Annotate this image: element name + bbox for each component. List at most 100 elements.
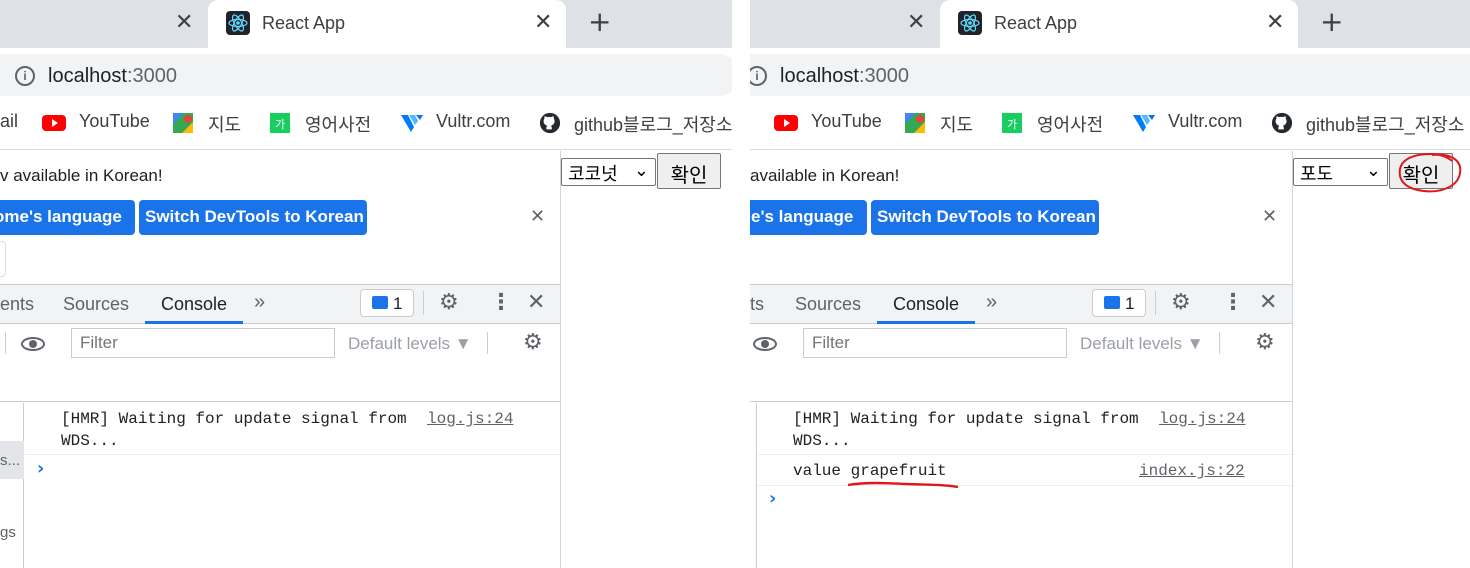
- console-sidebar: [0, 403, 24, 568]
- log-row-divider: [757, 454, 1292, 455]
- more-tabs-icon[interactable]: »: [254, 291, 265, 314]
- filter-input[interactable]: [803, 328, 1067, 358]
- youtube-icon: [774, 115, 798, 131]
- log-source-link[interactable]: log.js:24: [427, 410, 513, 428]
- log-levels-dropdown[interactable]: Default levels ▼: [348, 334, 472, 354]
- close-tab-icon[interactable]: ✕: [907, 12, 925, 34]
- bookmark-vultr[interactable]: Vultr.com: [1168, 111, 1242, 135]
- message-icon: [372, 296, 388, 309]
- divider: [1219, 332, 1220, 354]
- bookmark-github[interactable]: github블로그_저장소: [574, 111, 732, 135]
- github-icon: [539, 112, 561, 134]
- log-levels-dropdown[interactable]: Default levels ▼: [1080, 334, 1204, 354]
- url-text[interactable]: localhost:3000: [780, 65, 909, 88]
- log-source-link[interactable]: index.js:22: [1139, 462, 1245, 480]
- bookmark-dictionary[interactable]: 영어사전: [305, 111, 371, 135]
- live-expression-eye-icon[interactable]: [21, 337, 45, 351]
- console-settings-gear-icon[interactable]: ⚙: [523, 330, 543, 355]
- bookmark-gmail[interactable]: ail: [0, 111, 18, 135]
- language-banner-text: v available in Korean!: [0, 166, 163, 185]
- switch-devtools-korean-button[interactable]: Switch DevTools to Korean: [871, 200, 1099, 235]
- dictionary-icon: 가: [1002, 113, 1022, 133]
- tab-sources[interactable]: Sources: [63, 294, 129, 315]
- sidebar-item[interactable]: s...: [0, 452, 20, 469]
- image-gap: [732, 0, 750, 568]
- new-tab-icon[interactable]: +: [1320, 8, 1343, 36]
- live-expression-eye-icon[interactable]: [753, 337, 777, 351]
- tab-elements[interactable]: ts: [750, 294, 764, 315]
- dictionary-icon: 가: [270, 113, 290, 133]
- issues-counter[interactable]: 1: [1092, 289, 1146, 317]
- chevron-down-icon: ⌄: [1365, 160, 1381, 181]
- bookmark-youtube[interactable]: YouTube: [811, 111, 882, 135]
- close-tab-icon[interactable]: ✕: [1266, 12, 1284, 34]
- react-icon: [958, 11, 982, 35]
- fruit-select-value: 코코넛: [568, 164, 618, 184]
- svg-text:가: 가: [1007, 118, 1017, 131]
- issues-counter[interactable]: 1: [360, 289, 414, 317]
- switch-devtools-korean-button[interactable]: Switch DevTools to Korean: [139, 200, 367, 235]
- console-prompt-icon[interactable]: ›: [37, 458, 44, 479]
- bookmark-maps[interactable]: 지도: [940, 111, 973, 135]
- bookmark-dictionary[interactable]: 영어사전: [1037, 111, 1103, 135]
- tab-elements[interactable]: ents: [0, 294, 34, 315]
- always-match-language-button[interactable]: ome's language: [0, 200, 135, 235]
- tab-react-app[interactable]: React App ✕: [940, 0, 1298, 48]
- more-tabs-icon[interactable]: »: [986, 291, 997, 314]
- bookmark-github[interactable]: github블로그_저장소: [1306, 111, 1464, 135]
- kebab-menu-icon[interactable]: ⋮: [490, 290, 512, 315]
- maps-icon: [173, 113, 193, 133]
- bookmark-maps[interactable]: 지도: [208, 111, 241, 135]
- close-banner-icon[interactable]: ✕: [530, 206, 545, 227]
- vultr-icon: [1133, 115, 1155, 132]
- issues-count: 1: [393, 294, 403, 313]
- console-log-message: [HMR] Waiting for update signal from WDS…: [793, 410, 1139, 450]
- console-settings-gear-icon[interactable]: ⚙: [1255, 330, 1275, 355]
- log-source-link[interactable]: log.js:24: [1159, 410, 1245, 428]
- tab-console[interactable]: Console: [161, 294, 227, 315]
- red-annotation-circle: [1398, 152, 1462, 193]
- confirm-button[interactable]: 확인: [657, 153, 721, 189]
- tab-sources[interactable]: Sources: [795, 294, 861, 315]
- kebab-menu-icon[interactable]: ⋮: [1222, 290, 1244, 315]
- fruit-select[interactable]: 포도 ⌄: [1293, 158, 1388, 186]
- divider: [423, 291, 424, 315]
- always-match-language-button[interactable]: e's language: [750, 200, 867, 235]
- bookmark-vultr[interactable]: Vultr.com: [436, 111, 510, 135]
- tab-title: React App: [994, 13, 1078, 33]
- bookmark-youtube[interactable]: YouTube: [79, 111, 150, 135]
- sidebar-item[interactable]: gs: [0, 524, 16, 541]
- react-icon: [226, 11, 250, 35]
- url-text[interactable]: localhost:3000: [48, 65, 177, 88]
- log-row-divider: [757, 485, 1292, 486]
- site-info-icon[interactable]: i: [15, 66, 35, 86]
- dont-show-again-button[interactable]: [0, 241, 6, 277]
- divider: [1155, 291, 1156, 315]
- tab-console[interactable]: Console: [893, 294, 959, 315]
- language-banner-text: available in Korean!: [750, 166, 900, 185]
- settings-gear-icon[interactable]: ⚙: [439, 290, 459, 315]
- svg-text:가: 가: [275, 118, 285, 131]
- devtools-page-separator: [1292, 151, 1293, 568]
- vultr-icon: [401, 115, 423, 132]
- log-label: value: [793, 462, 842, 480]
- new-tab-icon[interactable]: +: [588, 8, 611, 36]
- fruit-select[interactable]: 코코넛 ⌄: [561, 158, 656, 186]
- filter-input[interactable]: [71, 328, 335, 358]
- tab-react-app[interactable]: React App ✕: [208, 0, 566, 48]
- close-banner-icon[interactable]: ✕: [1262, 206, 1277, 227]
- settings-gear-icon[interactable]: ⚙: [1171, 290, 1191, 315]
- console-prompt-icon[interactable]: ›: [769, 488, 776, 509]
- message-icon: [1104, 296, 1120, 309]
- youtube-icon: [42, 115, 66, 131]
- console-log-message: [HMR] Waiting for update signal from WDS…: [61, 410, 407, 450]
- maps-icon: [905, 113, 925, 133]
- close-devtools-icon[interactable]: ✕: [1259, 290, 1277, 315]
- log-row-divider: [25, 454, 560, 455]
- issues-count: 1: [1125, 294, 1135, 313]
- close-tab-icon[interactable]: ✕: [534, 12, 552, 34]
- github-icon: [1271, 112, 1293, 134]
- close-devtools-icon[interactable]: ✕: [527, 290, 545, 315]
- close-tab-icon[interactable]: ✕: [175, 12, 193, 34]
- fruit-select-value: 포도: [1300, 164, 1334, 184]
